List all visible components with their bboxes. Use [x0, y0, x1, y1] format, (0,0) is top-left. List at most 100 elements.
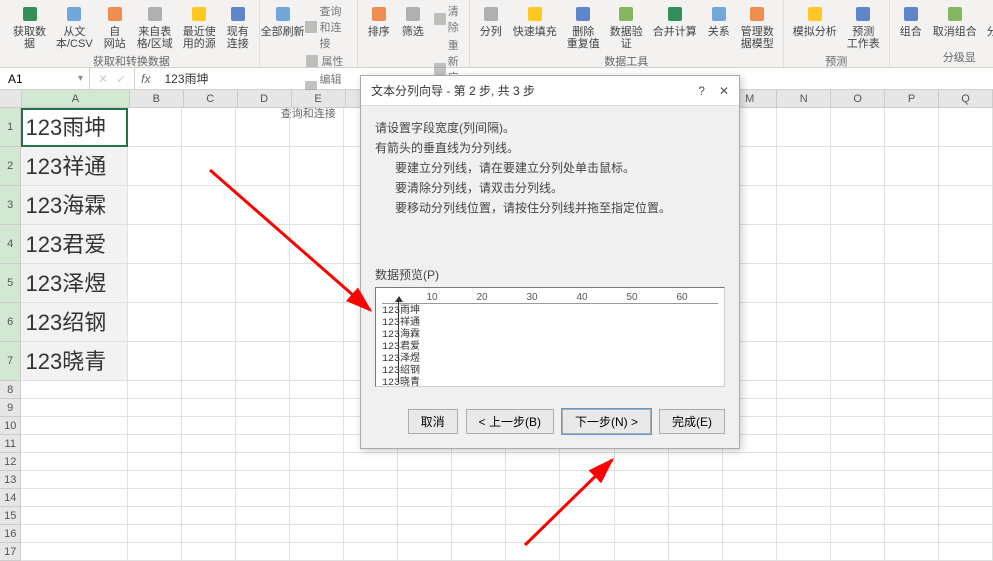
cell[interactable]: [128, 342, 182, 381]
cell[interactable]: [777, 264, 831, 303]
row-header[interactable]: 5: [0, 264, 21, 303]
cell[interactable]: [560, 543, 614, 561]
cell[interactable]: [723, 453, 777, 471]
row-header[interactable]: 14: [0, 489, 21, 507]
cell[interactable]: [128, 543, 182, 561]
cell[interactable]: [777, 381, 831, 399]
ribbon-button[interactable]: 模拟分析: [790, 2, 840, 40]
cell[interactable]: [885, 471, 939, 489]
name-box[interactable]: ▾: [0, 68, 90, 89]
cell[interactable]: 123泽煜: [21, 264, 128, 303]
cell[interactable]: [182, 471, 236, 489]
cell[interactable]: [128, 108, 182, 147]
cell[interactable]: [777, 507, 831, 525]
cell[interactable]: [290, 381, 344, 399]
cell[interactable]: [21, 543, 128, 561]
ribbon-button[interactable]: 获取数 据: [10, 2, 49, 52]
cell[interactable]: [236, 489, 290, 507]
cell[interactable]: [182, 381, 236, 399]
cell[interactable]: [290, 225, 344, 264]
select-all-corner[interactable]: [0, 90, 22, 107]
ribbon-button-small[interactable]: 查询和连接: [303, 2, 350, 52]
column-header[interactable]: D: [238, 90, 292, 107]
column-header[interactable]: N: [777, 90, 831, 107]
cell[interactable]: [182, 264, 236, 303]
ribbon-button[interactable]: 自 网站: [100, 2, 130, 52]
row-header[interactable]: 11: [0, 435, 21, 453]
cell[interactable]: [777, 186, 831, 225]
ribbon-button[interactable]: 最近使 用的源: [180, 2, 219, 52]
cell[interactable]: [777, 417, 831, 435]
cell[interactable]: [236, 399, 290, 417]
cell[interactable]: [831, 342, 885, 381]
cell[interactable]: [885, 342, 939, 381]
cell[interactable]: [128, 381, 182, 399]
cell[interactable]: [236, 507, 290, 525]
cell[interactable]: [128, 225, 182, 264]
cell[interactable]: [885, 453, 939, 471]
column-break-line[interactable]: [398, 302, 399, 382]
cell[interactable]: [236, 525, 290, 543]
cell[interactable]: [669, 471, 723, 489]
cell[interactable]: [128, 399, 182, 417]
cell[interactable]: [236, 264, 290, 303]
ribbon-button[interactable]: 排序: [364, 2, 394, 40]
cell[interactable]: [21, 417, 128, 435]
cell[interactable]: [939, 453, 993, 471]
cell[interactable]: [21, 489, 128, 507]
cell[interactable]: [885, 399, 939, 417]
cell[interactable]: [831, 264, 885, 303]
cell[interactable]: [398, 453, 452, 471]
close-icon[interactable]: ✕: [719, 84, 729, 98]
cell[interactable]: [128, 525, 182, 543]
ribbon-button[interactable]: 取消组合: [930, 2, 980, 40]
cell[interactable]: [939, 489, 993, 507]
row-header[interactable]: 15: [0, 507, 21, 525]
cell[interactable]: [398, 507, 452, 525]
cell[interactable]: [398, 525, 452, 543]
cell[interactable]: [182, 525, 236, 543]
cell[interactable]: [128, 147, 182, 186]
cell[interactable]: 123晓青: [21, 342, 128, 381]
cell[interactable]: [723, 489, 777, 507]
cell[interactable]: [777, 399, 831, 417]
cell[interactable]: [128, 435, 182, 453]
cell[interactable]: [615, 489, 669, 507]
cell[interactable]: [669, 507, 723, 525]
column-header[interactable]: Q: [939, 90, 993, 107]
cell[interactable]: [777, 453, 831, 471]
cell[interactable]: [831, 186, 885, 225]
cell[interactable]: [939, 264, 993, 303]
cell[interactable]: [128, 471, 182, 489]
row-header[interactable]: 13: [0, 471, 21, 489]
cell[interactable]: [777, 108, 831, 147]
cell[interactable]: [831, 489, 885, 507]
row-header[interactable]: 6: [0, 303, 21, 342]
cell[interactable]: [885, 543, 939, 561]
cell[interactable]: [939, 303, 993, 342]
cell[interactable]: [615, 453, 669, 471]
cell[interactable]: [236, 543, 290, 561]
cell[interactable]: [777, 225, 831, 264]
ribbon-button[interactable]: 从文 本/CSV: [53, 2, 96, 52]
cell[interactable]: [831, 543, 885, 561]
cell[interactable]: [669, 525, 723, 543]
cell[interactable]: [128, 264, 182, 303]
cell[interactable]: [831, 525, 885, 543]
cell[interactable]: [831, 303, 885, 342]
preview-ruler[interactable]: 102030405060: [382, 292, 718, 304]
cell[interactable]: [939, 147, 993, 186]
row-header[interactable]: 2: [0, 147, 21, 186]
cell[interactable]: [885, 303, 939, 342]
cell[interactable]: [290, 399, 344, 417]
cell[interactable]: [831, 225, 885, 264]
ribbon-button[interactable]: 现有 连接: [223, 2, 253, 52]
cell[interactable]: [939, 525, 993, 543]
cell[interactable]: [560, 525, 614, 543]
cell[interactable]: [290, 471, 344, 489]
cell[interactable]: [344, 489, 398, 507]
cell[interactable]: [128, 417, 182, 435]
cell[interactable]: [182, 507, 236, 525]
cell[interactable]: [128, 507, 182, 525]
row-header[interactable]: 17: [0, 543, 21, 561]
